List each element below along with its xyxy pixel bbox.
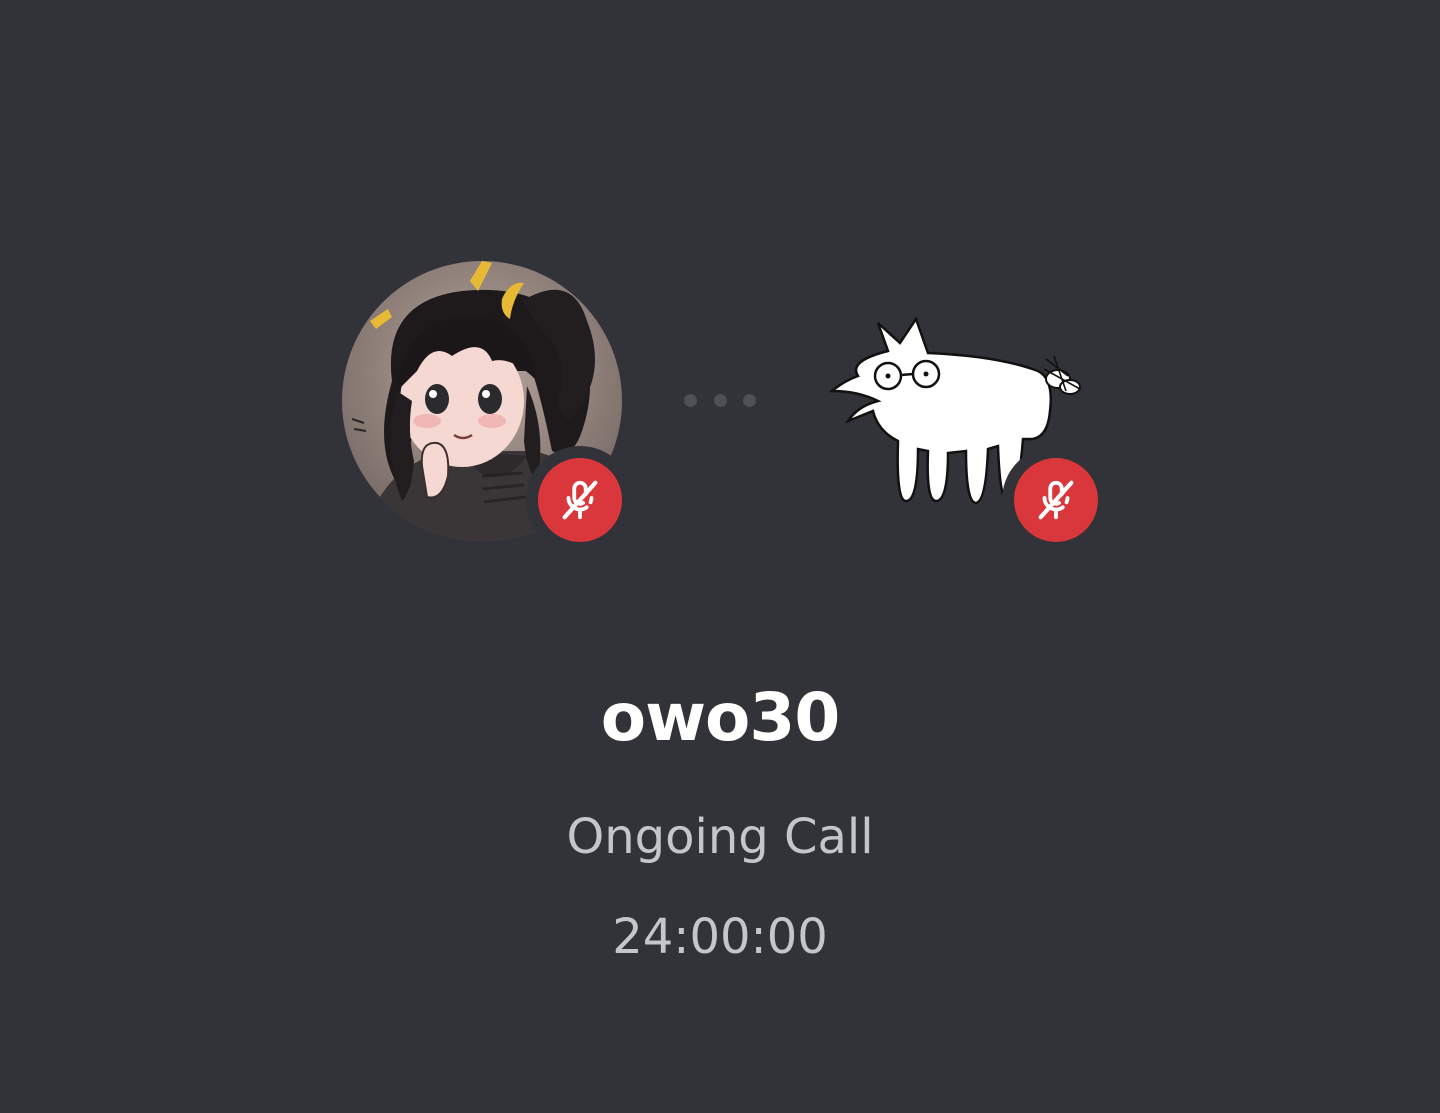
dot xyxy=(743,394,756,407)
mic-muted-icon xyxy=(1038,480,1074,520)
participant-self[interactable] xyxy=(342,261,634,554)
dot xyxy=(684,394,697,407)
connecting-dots xyxy=(684,394,756,408)
mute-badge xyxy=(526,446,634,554)
call-duration: 24:00:00 xyxy=(612,909,828,965)
participant-remote[interactable] xyxy=(818,261,1110,554)
call-status: Ongoing Call xyxy=(566,809,874,865)
mute-badge xyxy=(1002,446,1110,554)
dot xyxy=(713,394,727,407)
call-participants xyxy=(0,0,1440,600)
call-username: owo30 xyxy=(600,679,841,756)
mic-muted-icon xyxy=(562,480,598,520)
